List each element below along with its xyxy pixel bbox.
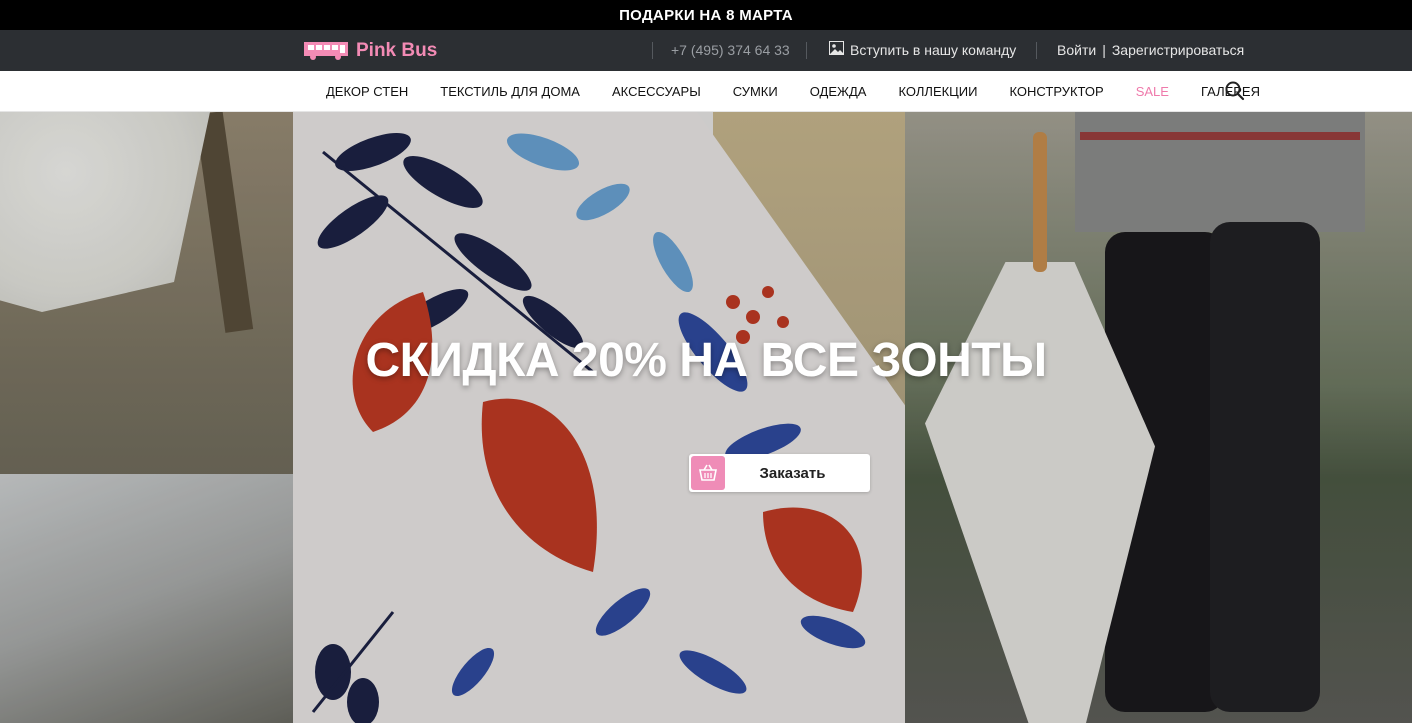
hero-banner[interactable]: СКИДКА 20% НА ВСЕ ЗОНТЫ Заказать — [0, 112, 1412, 723]
join-team-label: Вступить в нашу команду — [850, 41, 1017, 58]
login-link[interactable]: Войти — [1057, 42, 1096, 58]
hero-overlay — [0, 112, 1412, 723]
order-button[interactable]: Заказать — [689, 454, 870, 492]
nav-item-home-textile[interactable]: ТЕКСТИЛЬ ДЛЯ ДОМА — [424, 84, 596, 99]
join-team-link[interactable]: Вступить в нашу команду — [829, 41, 1016, 58]
hero-title: СКИДКА 20% НА ВСЕ ЗОНТЫ — [365, 334, 1047, 387]
nav-item-clothing[interactable]: ОДЕЖДА — [794, 84, 883, 99]
nav-item-constructor[interactable]: КОНСТРУКТОР — [994, 84, 1120, 99]
nav-item-wall-decor[interactable]: ДЕКОР СТЕН — [310, 84, 424, 99]
image-icon — [829, 41, 844, 58]
divider — [1036, 42, 1037, 59]
register-link[interactable]: Зарегистрироваться — [1112, 42, 1244, 58]
main-nav: ДЕКОР СТЕН ТЕКСТИЛЬ ДЛЯ ДОМА АКСЕССУАРЫ … — [0, 71, 1412, 112]
bus-logo-icon — [302, 39, 350, 64]
divider — [806, 42, 807, 59]
nav-item-collections[interactable]: КОЛЛЕКЦИИ — [882, 84, 993, 99]
nav-item-bags[interactable]: СУМКИ — [717, 84, 794, 99]
auth-divider: | — [1102, 42, 1106, 58]
logo[interactable]: Pink Bus — [302, 38, 437, 64]
top-header: Pink Bus +7 (495) 374 64 33 Вступить в н… — [0, 30, 1412, 71]
nav-item-accessories[interactable]: АКСЕССУАРЫ — [596, 84, 717, 99]
order-button-label: Заказать — [759, 464, 826, 482]
promo-banner[interactable]: ПОДАРКИ НА 8 МАРТА — [0, 0, 1412, 30]
logo-text: Pink Bus — [356, 40, 438, 61]
auth-links: Войти | Зарегистрироваться — [1057, 42, 1244, 58]
promo-text[interactable]: ПОДАРКИ НА 8 МАРТА — [619, 7, 793, 24]
basket-icon — [691, 456, 725, 490]
phone-number[interactable]: +7 (495) 374 64 33 — [671, 42, 790, 58]
divider — [652, 42, 653, 59]
nav-item-sale[interactable]: SALE — [1120, 84, 1185, 99]
search-icon[interactable] — [1224, 80, 1246, 102]
